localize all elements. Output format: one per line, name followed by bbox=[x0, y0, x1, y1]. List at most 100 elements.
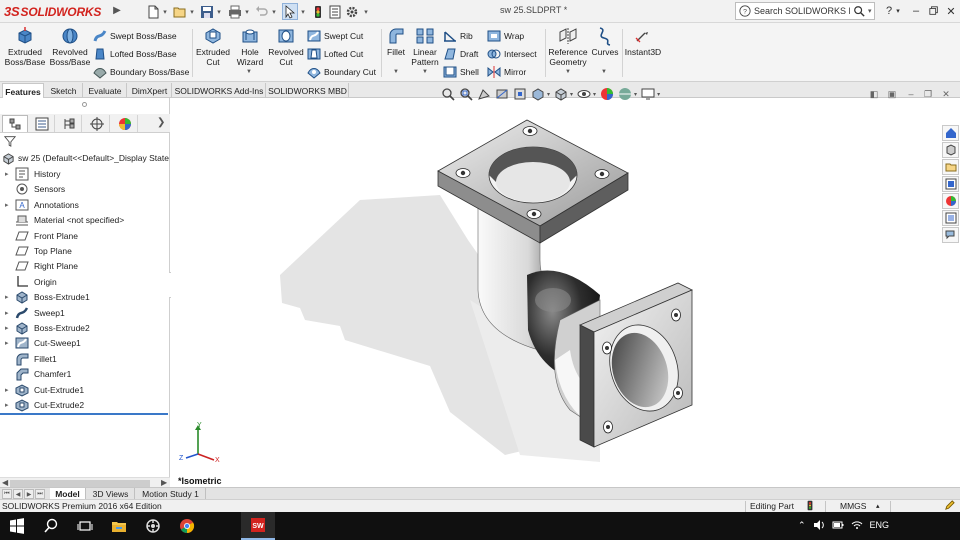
fillet-button[interactable]: Fillet bbox=[383, 26, 409, 58]
close-icon[interactable]: ✕ bbox=[942, 2, 960, 20]
tree-item[interactable]: ▸ Cut-Extrude2 bbox=[5, 398, 84, 412]
intersect-button[interactable]: Intersect bbox=[487, 46, 537, 62]
previous-view-icon[interactable] bbox=[477, 87, 491, 101]
forum-icon[interactable] bbox=[942, 227, 959, 243]
lofted-boss-button[interactable]: Lofted Boss/Base bbox=[93, 46, 177, 62]
scroll-thumb[interactable] bbox=[10, 480, 150, 487]
display-style-dropdown-icon[interactable]: ▾ bbox=[570, 91, 573, 98]
instant3d-button[interactable]: Instant3D bbox=[624, 26, 662, 58]
zoom-to-area-icon[interactable] bbox=[459, 87, 473, 101]
manager-tabs-expand-icon[interactable]: ❯ bbox=[157, 117, 165, 128]
extruded-boss-button[interactable]: Extruded Boss/Base bbox=[3, 26, 47, 67]
select-icon[interactable] bbox=[282, 3, 298, 20]
configurationmanager-icon[interactable] bbox=[56, 115, 82, 132]
reference-geometry-button[interactable]: Reference Geometry bbox=[547, 26, 589, 67]
show-hidden-icons-icon[interactable]: ⌃ bbox=[798, 520, 806, 531]
reference-geometry-dropdown-icon[interactable]: ▼ bbox=[565, 69, 571, 75]
language-indicator[interactable]: ENG bbox=[870, 520, 890, 530]
tab-last-icon[interactable]: ⏭ bbox=[35, 489, 45, 499]
tab-next-icon[interactable]: ▶ bbox=[24, 489, 34, 499]
tree-item[interactable]: Right Plane bbox=[5, 259, 78, 273]
edit-appearance-icon[interactable] bbox=[600, 87, 614, 101]
scroll-left-icon[interactable]: ◀ bbox=[2, 478, 8, 487]
viewport-close-icon[interactable]: ✕ bbox=[940, 88, 952, 100]
tree-item[interactable]: Chamfer1 bbox=[5, 367, 71, 381]
lofted-cut-button[interactable]: Lofted Cut bbox=[307, 46, 363, 62]
view-orientation-icon[interactable] bbox=[531, 87, 545, 101]
revolved-boss-button[interactable]: Revolved Boss/Base bbox=[48, 26, 92, 67]
extruded-cut-button[interactable]: Extruded Cut bbox=[193, 26, 233, 67]
zoom-to-fit-icon[interactable] bbox=[441, 87, 455, 101]
network-icon[interactable] bbox=[851, 519, 863, 531]
hide-show-dropdown-icon[interactable]: ▾ bbox=[593, 91, 596, 98]
mirror-button[interactable]: Mirror bbox=[487, 64, 526, 80]
view-settings-icon[interactable] bbox=[641, 87, 655, 101]
file-explorer-pane-icon[interactable] bbox=[942, 159, 959, 175]
part-model-render[interactable] bbox=[171, 98, 960, 488]
view-settings-dropdown-icon[interactable]: ▾ bbox=[657, 91, 660, 98]
file-properties-icon[interactable] bbox=[328, 3, 342, 20]
solidworks-logo[interactable]: 3S SOLIDWORKS bbox=[4, 2, 101, 21]
task-view-icon[interactable] bbox=[68, 512, 102, 540]
hole-wizard-dropdown-icon[interactable]: ▼ bbox=[246, 69, 252, 75]
search-icon[interactable] bbox=[853, 5, 865, 17]
menu-expand-arrow-icon[interactable]: ▶ bbox=[110, 2, 124, 20]
unit-system-dropdown-icon[interactable]: ▴ bbox=[876, 502, 880, 510]
options-dropdown-icon[interactable]: ▾ bbox=[362, 3, 370, 20]
graphics-area[interactable] bbox=[171, 98, 960, 488]
curves-button[interactable]: Curves bbox=[590, 26, 620, 58]
appearances-icon[interactable] bbox=[942, 193, 959, 209]
tree-item[interactable]: Fillet1 bbox=[5, 352, 57, 366]
tree-item[interactable]: ▸ Cut-Extrude1 bbox=[5, 383, 84, 397]
tree-item[interactable]: Sensors bbox=[5, 182, 65, 196]
status-pen-icon[interactable] bbox=[944, 500, 955, 511]
display-style-icon[interactable] bbox=[554, 87, 568, 101]
custom-properties-icon[interactable] bbox=[942, 210, 959, 226]
tree-item[interactable]: Material <not specified> bbox=[5, 213, 124, 227]
linear-pattern-dropdown-icon[interactable]: ▼ bbox=[422, 69, 428, 75]
search-dropdown-icon[interactable]: ▾ bbox=[868, 7, 872, 15]
rollback-bar[interactable] bbox=[0, 413, 168, 415]
viewport-tile-icon[interactable]: ◧ bbox=[868, 88, 880, 100]
viewport-split-icon[interactable]: ▣ bbox=[886, 88, 898, 100]
tree-item[interactable]: ▸ Boss-Extrude1 bbox=[5, 290, 90, 304]
expand-arrow-icon[interactable]: ▸ bbox=[5, 170, 15, 178]
solidworks-resources-icon[interactable] bbox=[942, 125, 959, 141]
revolved-cut-button[interactable]: Revolved Cut bbox=[267, 26, 305, 67]
boundary-cut-button[interactable]: Boundary Cut bbox=[307, 64, 376, 80]
hide-show-items-icon[interactable] bbox=[577, 87, 591, 101]
draft-button[interactable]: Draft bbox=[443, 46, 478, 62]
undo-icon[interactable] bbox=[255, 3, 269, 20]
save-icon[interactable] bbox=[200, 3, 214, 20]
panel-splitter[interactable] bbox=[82, 102, 87, 107]
apply-scene-icon[interactable] bbox=[618, 87, 632, 101]
battery-icon[interactable] bbox=[832, 519, 844, 531]
rebuild-status-icon[interactable] bbox=[806, 500, 814, 511]
tree-item[interactable]: Front Plane bbox=[5, 229, 78, 243]
print-dropdown-icon[interactable]: ▾ bbox=[243, 3, 251, 20]
open-dropdown-icon[interactable]: ▾ bbox=[188, 3, 196, 20]
expand-arrow-icon[interactable]: ▸ bbox=[5, 309, 15, 317]
wrap-button[interactable]: Wrap bbox=[487, 28, 524, 44]
boundary-boss-button[interactable]: Boundary Boss/Base bbox=[93, 64, 189, 80]
minimize-icon[interactable]: – bbox=[907, 2, 925, 20]
undo-dropdown-icon[interactable]: ▾ bbox=[270, 3, 278, 20]
view-palette-icon[interactable] bbox=[942, 176, 959, 192]
viewport-minimize-icon[interactable]: – bbox=[905, 88, 917, 100]
new-dropdown-icon[interactable]: ▾ bbox=[161, 3, 169, 20]
solidworks-taskbar-icon[interactable]: SW bbox=[241, 512, 275, 540]
tree-item[interactable]: Origin bbox=[5, 275, 57, 289]
tree-item[interactable]: ▸ History bbox=[5, 167, 60, 181]
help-search-input[interactable] bbox=[754, 6, 850, 16]
apply-scene-dropdown-icon[interactable]: ▾ bbox=[634, 91, 637, 98]
app-icon[interactable] bbox=[136, 512, 170, 540]
print-icon[interactable] bbox=[228, 3, 242, 20]
tab-solidworks-add-ins[interactable]: SOLIDWORKS Add-Ins bbox=[173, 83, 266, 98]
save-dropdown-icon[interactable]: ▾ bbox=[215, 3, 223, 20]
featuremanager-icon[interactable] bbox=[2, 115, 28, 132]
expand-arrow-icon[interactable]: ▸ bbox=[5, 386, 15, 394]
tree-item[interactable]: Top Plane bbox=[5, 244, 72, 258]
windows-start-icon[interactable] bbox=[0, 512, 34, 540]
tab-features[interactable]: Features bbox=[2, 83, 44, 99]
select-dropdown-icon[interactable]: ▾ bbox=[299, 3, 307, 20]
